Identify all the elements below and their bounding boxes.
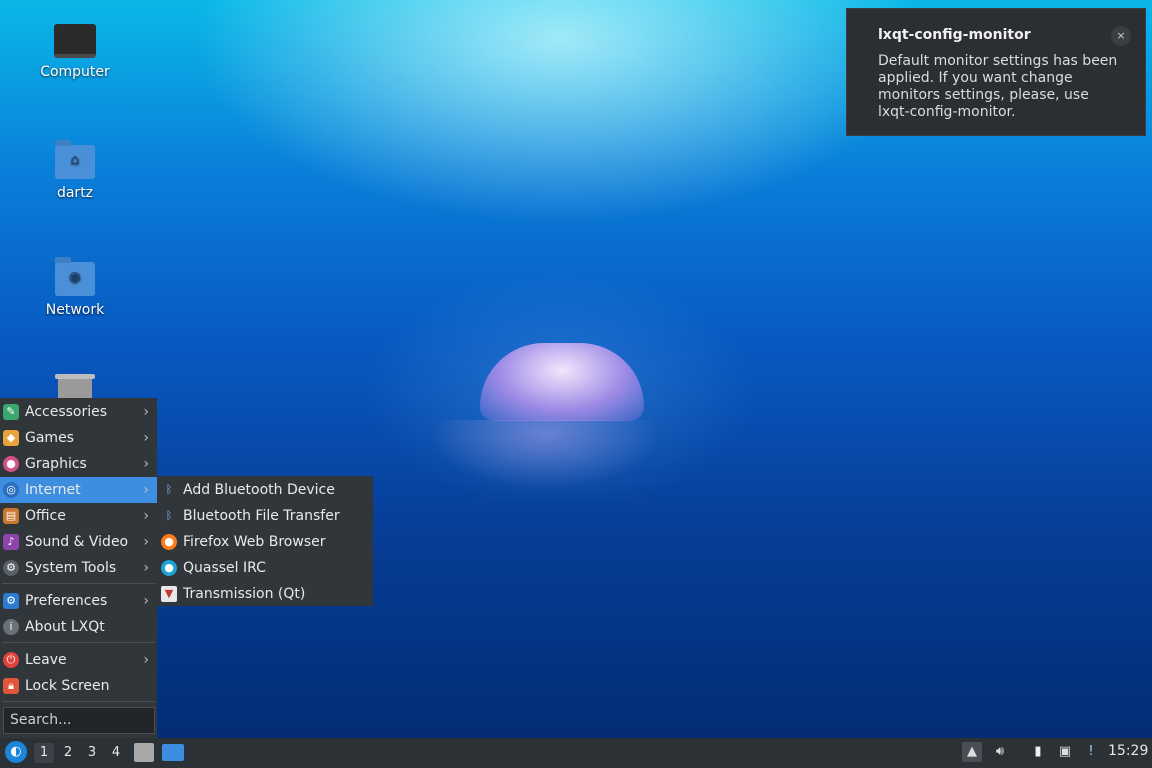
submenu-item-label: Firefox Web Browser [183, 534, 326, 550]
application-menu: ✎ Accessories › ◆ Games › ● Graphics › ◎… [0, 398, 157, 738]
games-icon: ◆ [3, 430, 19, 446]
internet-icon: ◎ [3, 482, 19, 498]
chevron-right-icon: › [143, 482, 149, 498]
chevron-right-icon: › [143, 430, 149, 446]
menu-item-label: Sound & Video [25, 534, 129, 550]
wallpaper-jellyfish [480, 343, 644, 421]
menu-item-sound-video[interactable]: ♪ Sound & Video › [0, 529, 157, 555]
submenu-item-label: Bluetooth File Transfer [183, 508, 340, 524]
menu-item-leave[interactable]: ⏻ Leave › [0, 647, 157, 673]
chevron-right-icon: › [143, 652, 149, 668]
menu-item-label: Internet [25, 482, 81, 498]
graphics-icon: ● [3, 456, 19, 472]
desktop-icon-computer[interactable]: Computer [20, 24, 130, 80]
submenu-item-quassel-irc[interactable]: ● Quassel IRC [157, 555, 373, 581]
menu-item-internet[interactable]: ◎ Internet › [0, 477, 157, 503]
desktop-switch-3[interactable]: 3 [82, 743, 102, 763]
submenu-item-label: Add Bluetooth Device [183, 482, 335, 498]
computer-icon [54, 24, 96, 58]
start-menu-button[interactable]: ◐ [5, 741, 27, 763]
menu-item-accessories[interactable]: ✎ Accessories › [0, 399, 157, 425]
wallpaper-jellyfish-tentacles [430, 420, 660, 490]
tray-expand-icon[interactable]: ▲ [962, 742, 982, 762]
sound-video-icon: ♪ [3, 534, 19, 550]
menu-item-label: About LXQt [25, 619, 105, 635]
menu-item-graphics[interactable]: ● Graphics › [0, 451, 157, 477]
menu-item-preferences[interactable]: ⚙ Preferences › [0, 588, 157, 614]
chevron-right-icon: › [143, 560, 149, 576]
desktop-icon-label: Computer [40, 64, 110, 80]
menu-item-label: Preferences [25, 593, 108, 609]
menu-item-label: Games [25, 430, 74, 446]
menu-item-about[interactable]: i About LXQt [0, 614, 157, 640]
menu-item-games[interactable]: ◆ Games › [0, 425, 157, 451]
close-icon[interactable]: × [1111, 26, 1131, 46]
network-folder-icon: ◉ [55, 257, 95, 296]
chevron-right-icon: › [143, 456, 149, 472]
submenu-item-firefox[interactable]: ● Firefox Web Browser [157, 529, 373, 555]
desktop-icon-label: dartz [56, 185, 94, 201]
notification-popup[interactable]: lxqt-config-monitor × Default monitor se… [846, 8, 1146, 136]
internet-submenu: ᛒ Add Bluetooth Device ᛒ Bluetooth File … [157, 476, 373, 606]
accessories-icon: ✎ [3, 404, 19, 420]
menu-item-lock-screen[interactable]: 🔒︎ Lock Screen [0, 673, 157, 699]
desktop-icon-network[interactable]: ◉ Network [20, 257, 130, 318]
file-manager-icon[interactable] [134, 743, 154, 762]
clock[interactable]: 15:29 [1108, 743, 1148, 759]
chevron-right-icon: › [143, 404, 149, 420]
bluetooth-icon: ᛒ [161, 508, 177, 524]
desktop-switch-2[interactable]: 2 [58, 743, 78, 763]
lock-icon: 🔒︎ [3, 678, 19, 694]
home-folder-icon: ⌂ [55, 140, 95, 179]
menu-item-label: Office [25, 508, 66, 524]
submenu-item-bluetooth-file-transfer[interactable]: ᛒ Bluetooth File Transfer [157, 503, 373, 529]
submenu-item-label: Transmission (Qt) [183, 586, 306, 602]
show-desktop-icon[interactable] [162, 744, 184, 761]
update-notifier-icon[interactable]: ! [1081, 742, 1101, 762]
office-icon: ▤ [3, 508, 19, 524]
chevron-right-icon: › [143, 508, 149, 524]
info-icon: i [3, 619, 19, 635]
menu-separator [2, 642, 155, 643]
menu-item-label: Accessories [25, 404, 108, 420]
desktop-icon-label: Network [45, 302, 105, 318]
transmission-icon: ▼ [161, 586, 177, 602]
menu-item-label: Lock Screen [25, 678, 110, 694]
clipboard-icon[interactable]: ▮ [1028, 742, 1048, 762]
submenu-item-label: Quassel IRC [183, 560, 266, 576]
quassel-icon: ● [161, 560, 177, 576]
menu-item-office[interactable]: ▤ Office › [0, 503, 157, 529]
submenu-item-transmission[interactable]: ▼ Transmission (Qt) [157, 581, 373, 607]
desktop-switch-1[interactable]: 1 [34, 743, 54, 763]
chevron-right-icon: › [143, 593, 149, 609]
menu-search-input[interactable]: Search... [3, 707, 155, 734]
menu-item-label: System Tools [25, 560, 117, 576]
power-icon: ⏻ [3, 652, 19, 668]
preferences-icon: ⚙ [3, 593, 19, 609]
notification-body: Default monitor settings has been applie… [878, 53, 1118, 120]
system-tools-icon: ⚙ [3, 560, 19, 576]
menu-item-label: Graphics [25, 456, 87, 472]
menu-separator [2, 701, 155, 702]
submenu-item-add-bluetooth-device[interactable]: ᛒ Add Bluetooth Device [157, 477, 373, 503]
desktop-switch-4[interactable]: 4 [106, 743, 126, 763]
taskbar: ◐ 1 2 3 4 ▲ 🔊︎ ▮ ▣ ! 15:29 [0, 738, 1152, 768]
menu-item-system-tools[interactable]: ⚙ System Tools › [0, 555, 157, 581]
network-status-icon[interactable]: ▣ [1055, 742, 1075, 762]
bluetooth-icon: ᛒ [161, 482, 177, 498]
volume-icon[interactable]: 🔊︎ [990, 742, 1010, 762]
desktop-icon-home[interactable]: ⌂ dartz [20, 140, 130, 201]
notification-title: lxqt-config-monitor [878, 27, 1031, 43]
firefox-icon: ● [161, 534, 177, 550]
menu-item-label: Leave [25, 652, 67, 668]
chevron-right-icon: › [143, 534, 149, 550]
menu-separator [2, 583, 155, 584]
